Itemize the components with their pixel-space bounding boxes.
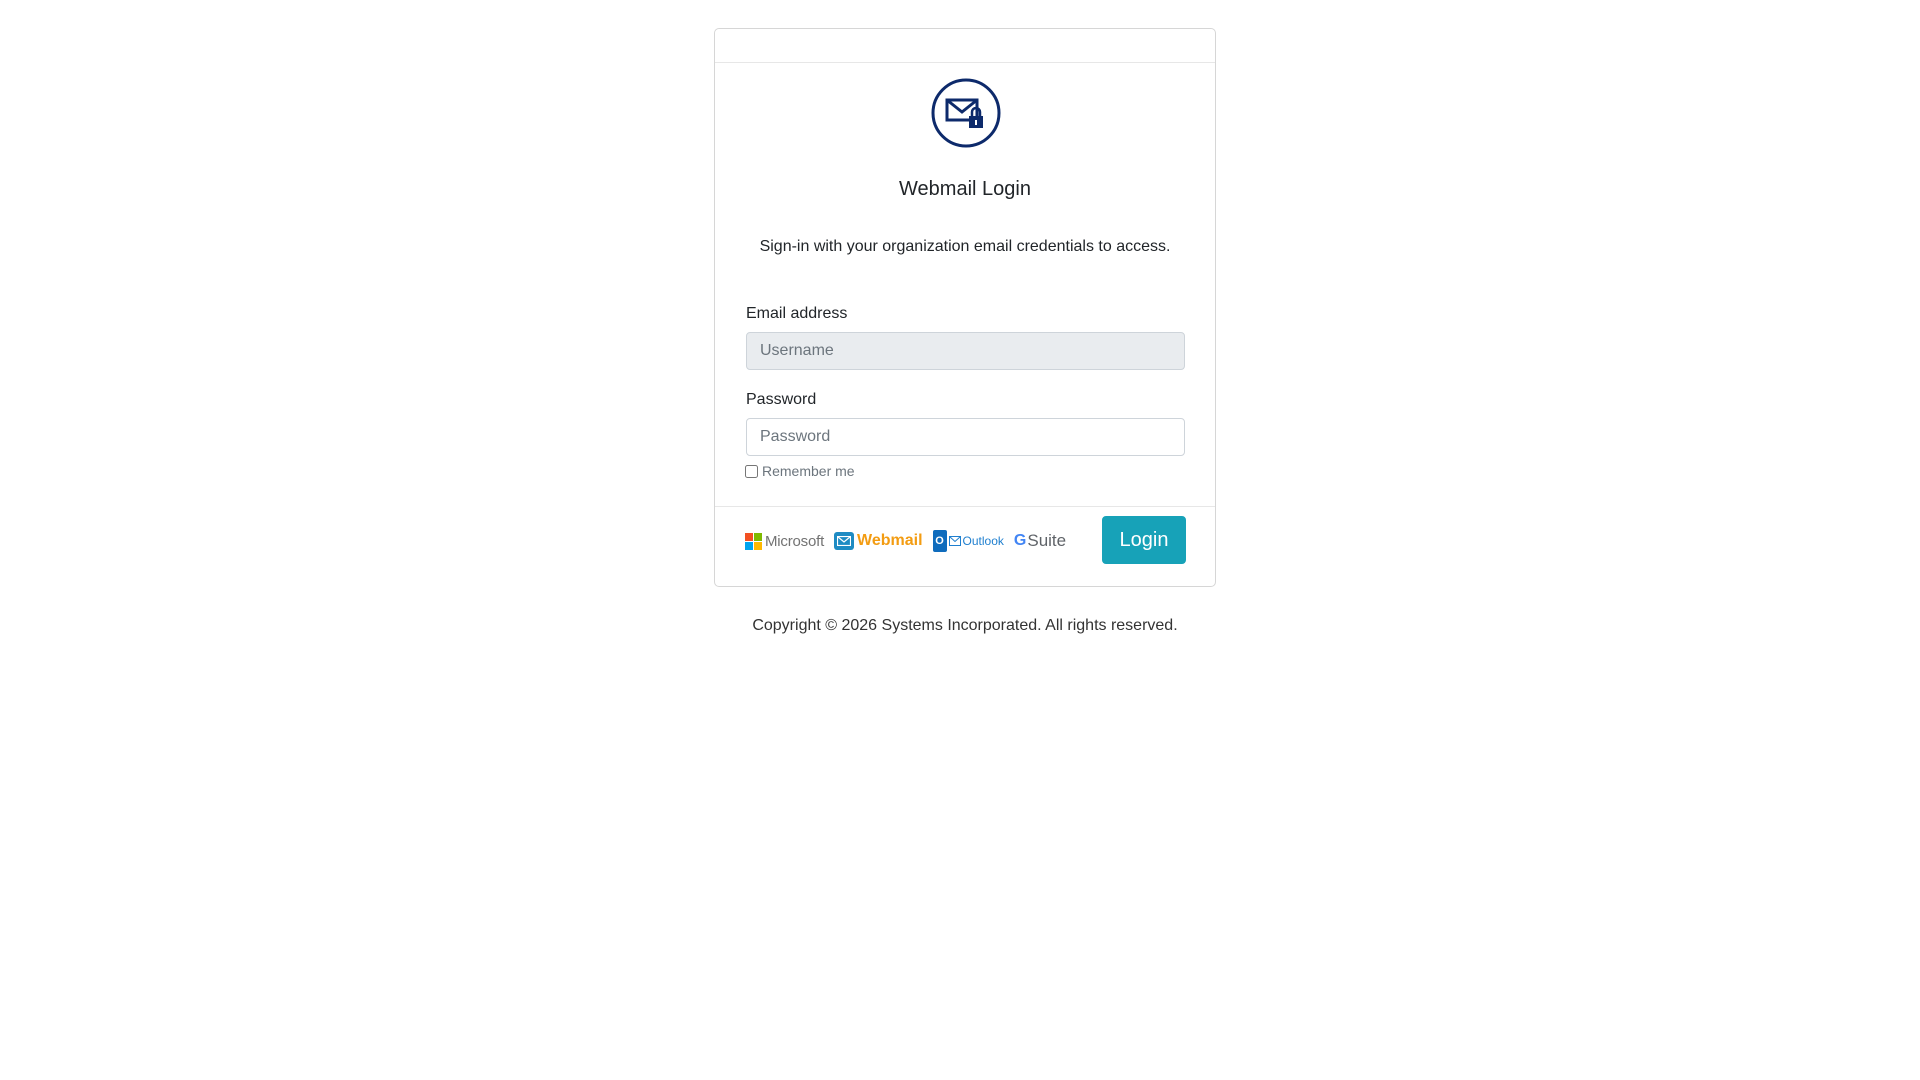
outlook-logo: O Outlook	[932, 527, 1004, 555]
login-card: Webmail Login Sign-in with your organiza…	[714, 28, 1216, 587]
remember-me-checkbox[interactable]	[745, 464, 758, 478]
email-label: Email address	[746, 305, 848, 322]
remember-me-label: Remember me	[762, 463, 855, 479]
email-field[interactable]	[746, 332, 1185, 370]
google-g-icon: G	[1013, 532, 1027, 549]
webmail-logo: Webmail	[834, 527, 923, 555]
webmail-text: Webmail	[857, 532, 923, 549]
card-footer: Microsoft Webmail O Outlook G Suite Logi…	[715, 506, 1215, 587]
remember-me[interactable]: Remember me	[745, 463, 855, 479]
envelope-icon	[834, 532, 855, 550]
mail-lock-icon	[931, 78, 1001, 148]
microsoft-text: Microsoft	[765, 532, 825, 550]
microsoft-logo: Microsoft	[745, 527, 824, 555]
microsoft-icon	[745, 532, 762, 550]
password-field[interactable]	[746, 418, 1185, 456]
card-header	[715, 29, 1215, 63]
page-title: Webmail Login	[899, 178, 1031, 200]
gsuite-text: Suite	[1027, 531, 1067, 550]
outlook-envelope-icon	[948, 536, 961, 546]
brand-logos: Microsoft Webmail O Outlook G Suite	[745, 527, 1076, 555]
copyright-text: Copyright © 2026 Systems Incorporated. A…	[752, 617, 1178, 634]
gsuite-logo: G Suite	[1014, 527, 1066, 555]
login-button[interactable]: Login	[1102, 516, 1186, 564]
page-subtitle: Sign-in with your organization email cre…	[759, 238, 1171, 255]
outlook-icon: O	[932, 530, 947, 552]
outlook-text: Outlook	[962, 534, 1004, 548]
password-label: Password	[746, 391, 817, 408]
